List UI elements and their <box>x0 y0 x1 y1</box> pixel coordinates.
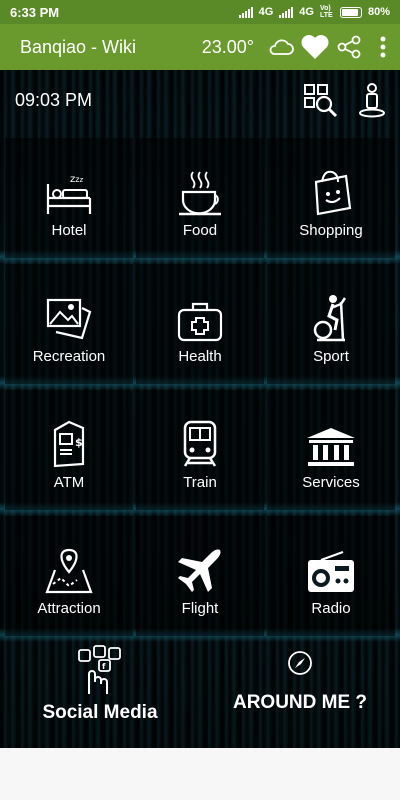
status-time: 6:33 PM <box>10 4 60 20</box>
tile-sport[interactable]: Sport <box>267 264 395 384</box>
tile-label: Train <box>183 474 217 491</box>
bottom-blank-area <box>0 748 400 800</box>
tile-recreation[interactable]: Recreation <box>5 264 133 384</box>
tile-food[interactable]: Food <box>136 138 264 258</box>
app-bar: Banqiao - Wiki 23.00° <box>0 24 400 70</box>
svg-text:f: f <box>102 662 106 671</box>
airplane-icon <box>176 538 224 594</box>
qr-search-icon[interactable] <box>300 80 340 120</box>
tile-label: Recreation <box>32 348 106 365</box>
signal-icon-2 <box>279 6 294 18</box>
coffee-cup-icon <box>175 160 225 216</box>
tile-attraction[interactable]: Attraction <box>5 516 133 636</box>
tile-flight[interactable]: Flight <box>136 516 264 636</box>
app-title: Banqiao - Wiki <box>20 36 137 57</box>
tile-label: Attraction <box>37 600 101 617</box>
social-media-icon: f <box>75 644 125 696</box>
tile-label: Shopping <box>299 222 363 239</box>
person-location-icon[interactable] <box>352 80 392 120</box>
tile-label: ATM <box>53 474 85 491</box>
radio-icon <box>305 538 357 594</box>
tile-label: Hotel <box>51 222 87 239</box>
tile-label: Radio <box>311 600 351 617</box>
signal-icon <box>238 6 253 18</box>
tile-label: Sport <box>313 348 349 365</box>
lte-label: Vo) LTE <box>319 5 333 19</box>
tile-label: Services <box>302 474 360 491</box>
temperature: 23.00° <box>201 36 254 57</box>
tile-label: Flight <box>181 600 219 617</box>
around-me-button[interactable]: AROUND ME ? <box>220 650 380 714</box>
svg-text:$: $ <box>75 436 83 449</box>
svg-text:zzz: zzz <box>70 174 83 185</box>
medical-kit-icon <box>175 286 225 342</box>
tile-health[interactable]: Health <box>136 264 264 384</box>
status-bar: 6:33 PM 4G 4G Vo) LTE 80% <box>0 0 400 24</box>
shopping-bag-icon <box>306 160 356 216</box>
social-media-label: Social Media <box>42 702 158 723</box>
heart-icon[interactable] <box>298 24 332 70</box>
social-media-button[interactable]: f Social Media <box>20 644 180 724</box>
network-label-2: 4G <box>299 6 314 18</box>
share-icon[interactable] <box>332 24 366 70</box>
tile-atm[interactable]: $ ATM <box>5 390 133 510</box>
around-me-label: AROUND ME ? <box>232 692 368 713</box>
tile-label: Food <box>182 222 218 239</box>
tile-label: Health <box>178 348 222 365</box>
battery-level: 80% <box>367 6 390 18</box>
tile-train[interactable]: Train <box>136 390 264 510</box>
map-pin-icon <box>43 538 95 594</box>
clock: 09:03 PM <box>15 90 93 110</box>
more-vert-icon[interactable] <box>366 24 400 70</box>
tile-shopping[interactable]: Shopping <box>267 138 395 258</box>
exercise-bike-icon <box>309 286 353 342</box>
battery-icon <box>339 6 362 18</box>
atm-icon: $ <box>49 412 89 468</box>
status-indicators: 4G 4G Vo) LTE 80% <box>238 5 390 19</box>
hotel-bed-icon: zzz <box>44 160 94 216</box>
main-panel: 09:03 PM zzz Hotel Food Shopping Recreat… <box>0 70 400 748</box>
bank-building-icon <box>305 412 357 468</box>
pictures-icon <box>44 286 94 342</box>
tile-services[interactable]: Services <box>267 390 395 510</box>
compass-icon <box>287 650 313 676</box>
network-label-1: 4G <box>258 6 274 18</box>
tile-hotel[interactable]: zzz Hotel <box>5 138 133 258</box>
cloud-icon[interactable] <box>264 24 298 70</box>
tile-radio[interactable]: Radio <box>267 516 395 636</box>
train-icon <box>180 412 220 468</box>
